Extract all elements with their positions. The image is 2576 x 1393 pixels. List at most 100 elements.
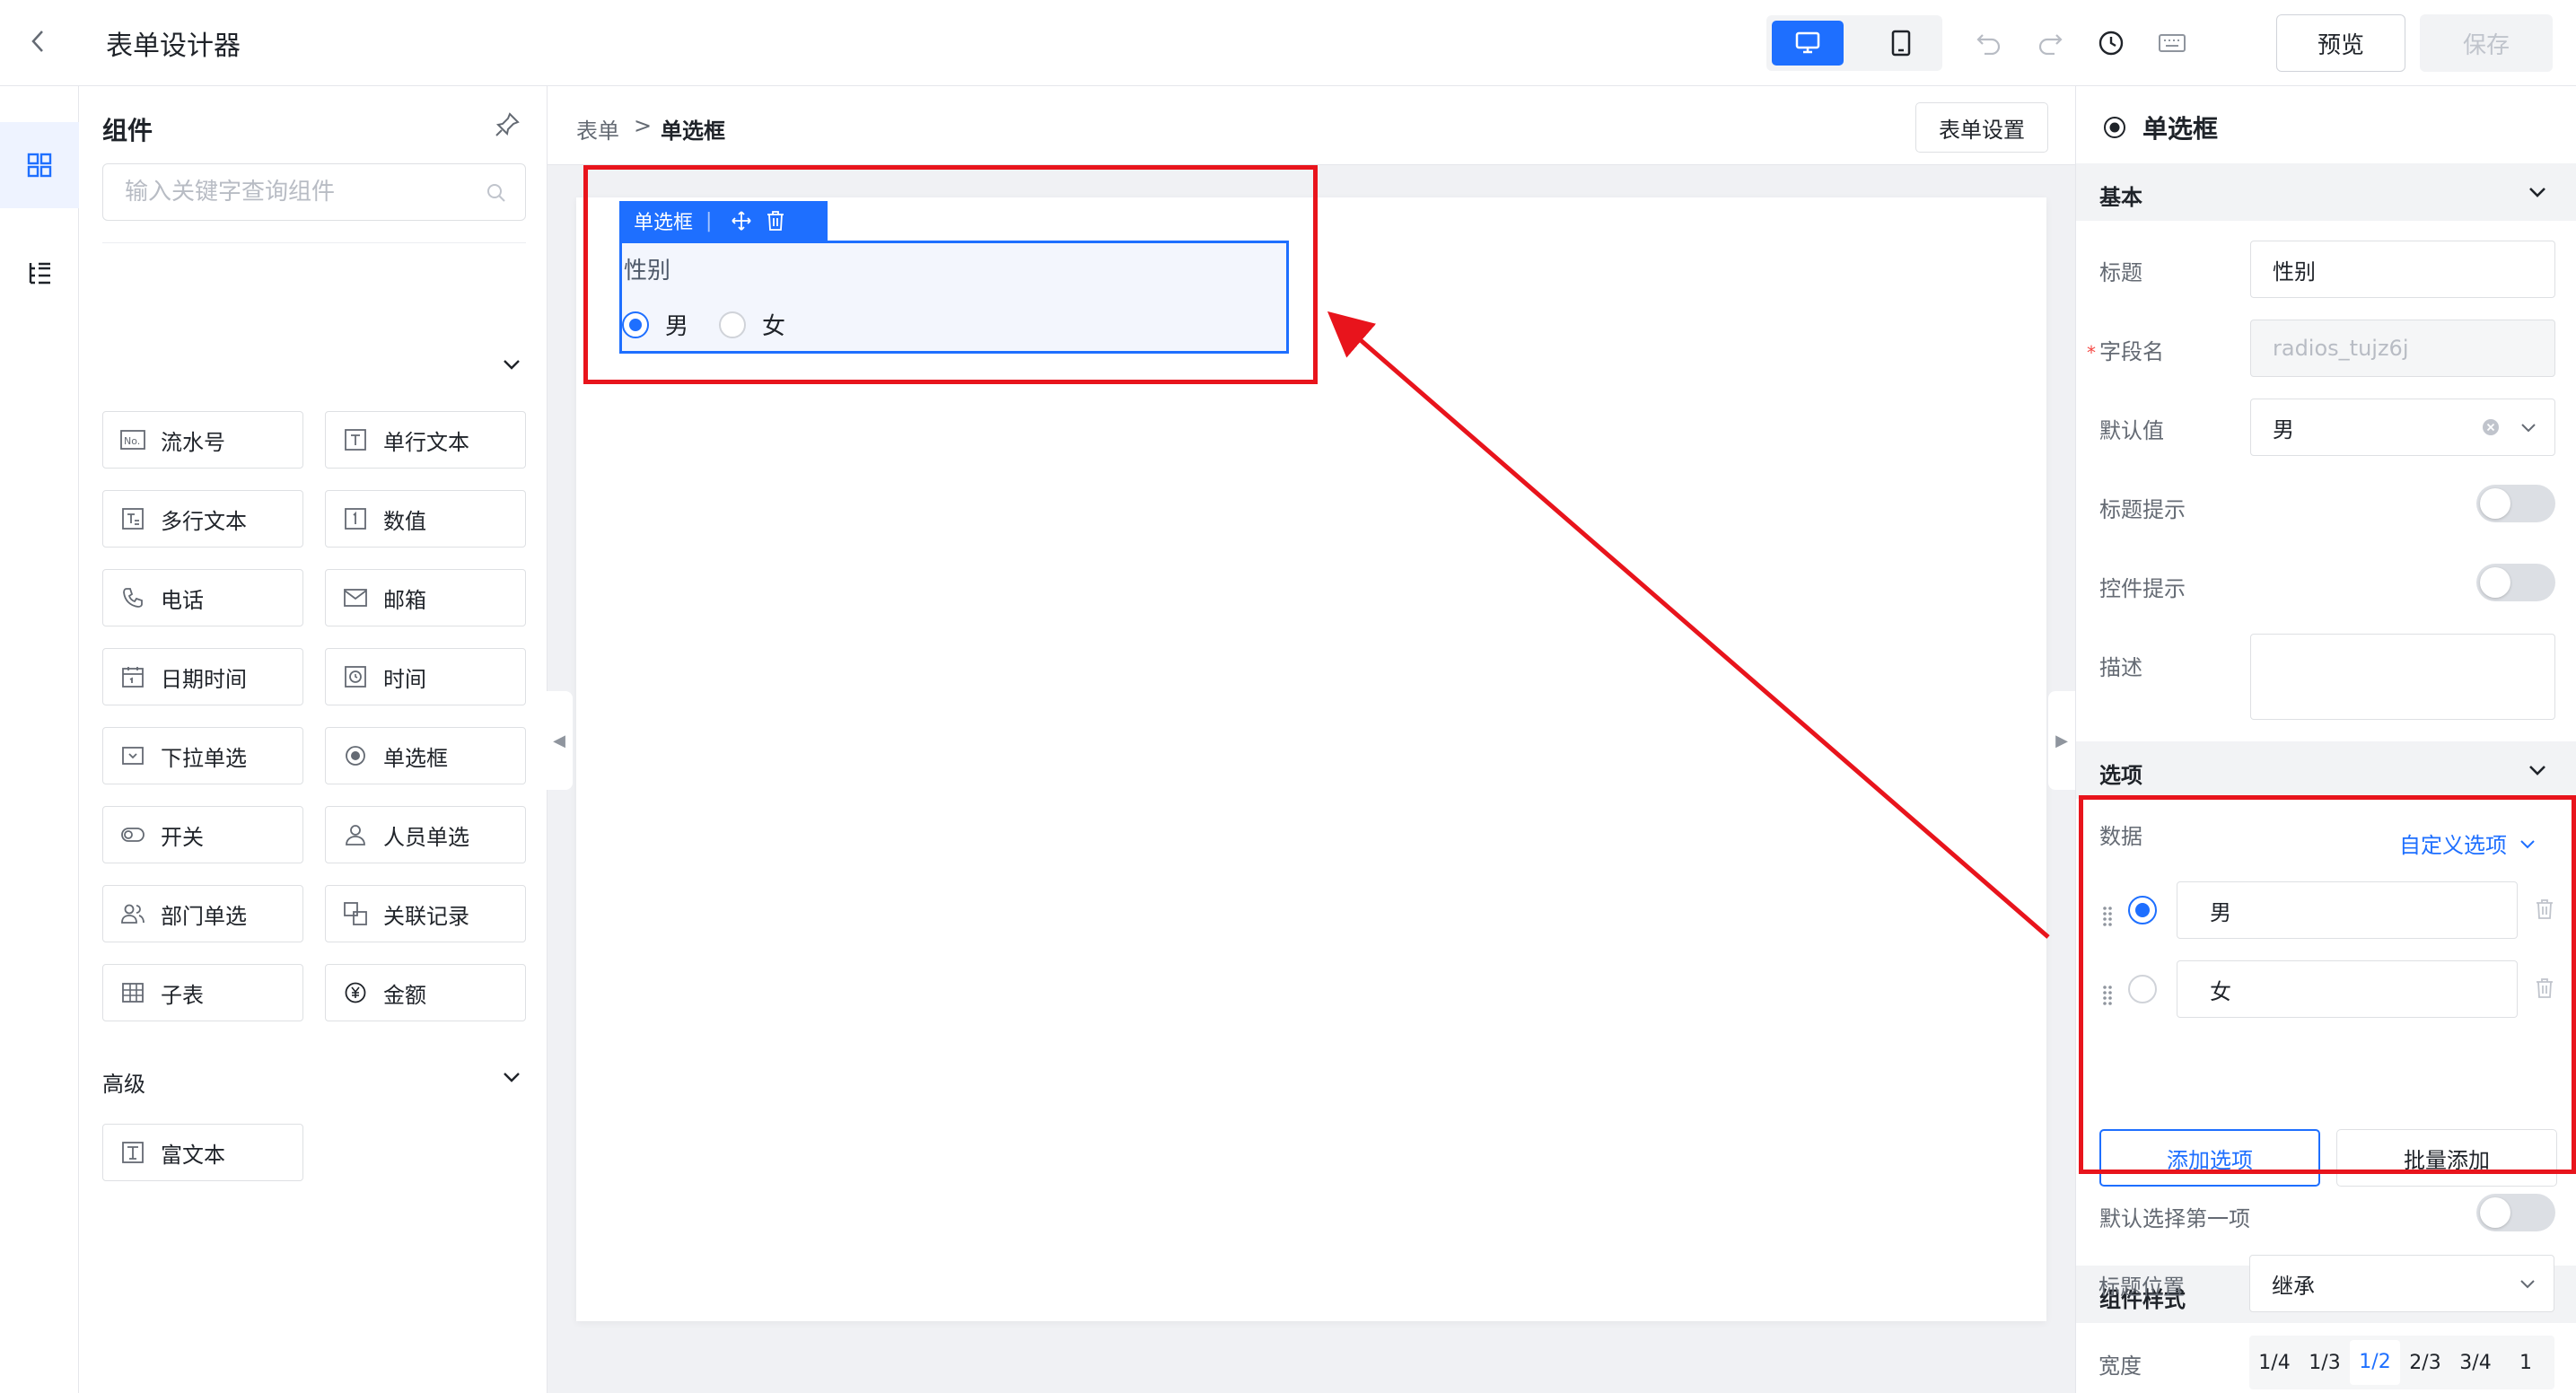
component-search-input[interactable] <box>125 164 484 220</box>
switch-icon <box>119 821 146 848</box>
component-datetime[interactable]: 日期时间 <box>102 648 303 705</box>
undo-icon[interactable] <box>1971 25 2007 61</box>
dropdown-icon <box>119 742 146 769</box>
component-multiline-text[interactable]: 多行文本 <box>102 490 303 548</box>
width-segmented-control: 1/4 1/3 1/2 2/3 3/4 1 <box>2249 1336 2554 1389</box>
annotation-box-options-section <box>2079 795 2576 1174</box>
annotation-box-canvas-field <box>583 165 1318 384</box>
outline-tab[interactable] <box>0 230 79 316</box>
title-input[interactable]: 性别 <box>2250 241 2555 298</box>
text-icon <box>342 426 369 453</box>
default-first-label: 默认选择第一项 <box>2099 1206 2250 1231</box>
chevron-down-icon <box>2519 417 2538 437</box>
svg-text:No.: No. <box>124 435 140 447</box>
width-option-selected[interactable]: 1/2 <box>2350 1340 2400 1385</box>
rich-text-icon <box>119 1139 146 1166</box>
monitor-icon <box>1795 31 1820 54</box>
field-name-label: * 字段名 <box>2087 339 2164 364</box>
clock-icon <box>342 663 369 690</box>
component-rich-text[interactable]: 富文本 <box>102 1124 303 1181</box>
pin-icon[interactable] <box>494 111 526 144</box>
department-icon <box>119 900 146 927</box>
component-link-record[interactable]: 关联记录 <box>325 885 526 942</box>
width-option[interactable]: 1 <box>2501 1352 2551 1374</box>
component-department-select[interactable]: 部门单选 <box>102 885 303 942</box>
form-settings-button[interactable]: 表单设置 <box>1915 102 2048 153</box>
advanced-section-title: 高级 <box>102 1072 145 1097</box>
component-radio[interactable]: 单选框 <box>325 727 526 784</box>
table-icon <box>119 979 146 1006</box>
collapse-right-panel-handle[interactable]: ▶ <box>2048 691 2075 790</box>
back-arrow-icon[interactable] <box>22 25 54 57</box>
basic-group-header[interactable]: 基本 <box>2076 163 2576 221</box>
chevron-down-icon <box>2518 1274 2537 1293</box>
keyboard-icon[interactable] <box>2154 25 2190 61</box>
collapse-left-panel-handle[interactable]: ◀ <box>546 691 573 790</box>
preview-button[interactable]: 预览 <box>2276 14 2405 72</box>
properties-header: 单选框 <box>2101 110 2218 145</box>
left-rail <box>0 86 79 1393</box>
redo-icon[interactable] <box>2032 25 2068 61</box>
component-phone[interactable]: 电话 <box>102 569 303 626</box>
options-group-header[interactable]: 选项 <box>2076 741 2576 799</box>
save-button[interactable]: 保存 <box>2420 14 2553 72</box>
default-value-label: 默认值 <box>2099 418 2164 443</box>
description-textarea[interactable] <box>2250 634 2555 720</box>
number-icon <box>342 505 369 532</box>
currency-icon <box>342 979 369 1006</box>
component-switch[interactable]: 开关 <box>102 806 303 863</box>
control-tip-toggle[interactable] <box>2476 564 2555 601</box>
radio-icon <box>342 742 369 769</box>
component-subtable[interactable]: 子表 <box>102 964 303 1021</box>
components-tab[interactable] <box>0 122 79 208</box>
chevron-down-icon <box>2525 180 2550 205</box>
width-option[interactable]: 3/4 <box>2450 1352 2501 1374</box>
divider <box>102 242 526 243</box>
title-tip-toggle[interactable] <box>2476 485 2555 522</box>
component-currency[interactable]: 金额 <box>325 964 526 1021</box>
component-time[interactable]: 时间 <box>325 648 526 705</box>
width-option[interactable]: 1/4 <box>2249 1352 2300 1374</box>
chevron-down-icon[interactable] <box>499 1064 524 1090</box>
breadcrumb-root[interactable]: 表单 <box>576 113 619 145</box>
tablet-view-button[interactable] <box>1865 21 1937 66</box>
component-user-select[interactable]: 人员单选 <box>325 806 526 863</box>
description-label: 描述 <box>2099 655 2142 680</box>
link-record-icon <box>342 900 369 927</box>
radio-icon <box>2104 117 2125 138</box>
device-switcher <box>1766 15 1942 71</box>
components-title: 组件 <box>102 116 153 145</box>
title-position-label: 标题位置 <box>2098 1275 2185 1300</box>
component-serial-number[interactable]: No. 流水号 <box>102 411 303 469</box>
default-first-toggle[interactable] <box>2476 1194 2555 1231</box>
breadcrumb-current: 单选框 <box>661 118 725 144</box>
history-icon[interactable] <box>2093 25 2129 61</box>
grid-icon <box>27 153 52 178</box>
component-dropdown[interactable]: 下拉单选 <box>102 727 303 784</box>
tree-list-icon <box>29 262 50 285</box>
top-bar: 表单设计器 预览 保存 <box>0 0 2576 86</box>
components-panel: 组件 基础 No. 流水号 单行文本 多行文本 数值 电话 邮箱 日期时间 <box>79 86 548 1393</box>
chevron-down-icon[interactable] <box>499 352 524 377</box>
desktop-view-button[interactable] <box>1772 21 1844 66</box>
title-position-select[interactable]: 继承 <box>2249 1255 2554 1312</box>
component-search <box>102 163 526 221</box>
title-tip-label: 标题提示 <box>2099 497 2186 522</box>
calendar-icon <box>119 663 146 690</box>
width-option[interactable]: 1/3 <box>2300 1352 2350 1374</box>
mail-icon <box>342 584 369 611</box>
component-mail[interactable]: 邮箱 <box>325 569 526 626</box>
width-option[interactable]: 2/3 <box>2400 1352 2450 1374</box>
component-number[interactable]: 数值 <box>325 490 526 548</box>
component-text[interactable]: 单行文本 <box>325 411 526 469</box>
title-label: 标题 <box>2099 260 2142 285</box>
properties-panel: 单选框 基本 标题 性别 * 字段名 radios_tujz6j 默认值 男 标题… <box>2075 86 2576 1393</box>
tablet-icon <box>1891 30 1911 57</box>
app-title: 表单设计器 <box>106 31 241 62</box>
clear-icon[interactable] <box>2481 417 2501 437</box>
default-value-select[interactable]: 男 <box>2250 399 2555 456</box>
breadcrumb-separator: > <box>634 113 653 138</box>
field-name-input: radios_tujz6j <box>2250 320 2555 377</box>
multiline-text-icon <box>119 505 146 532</box>
control-tip-label: 控件提示 <box>2099 576 2186 601</box>
